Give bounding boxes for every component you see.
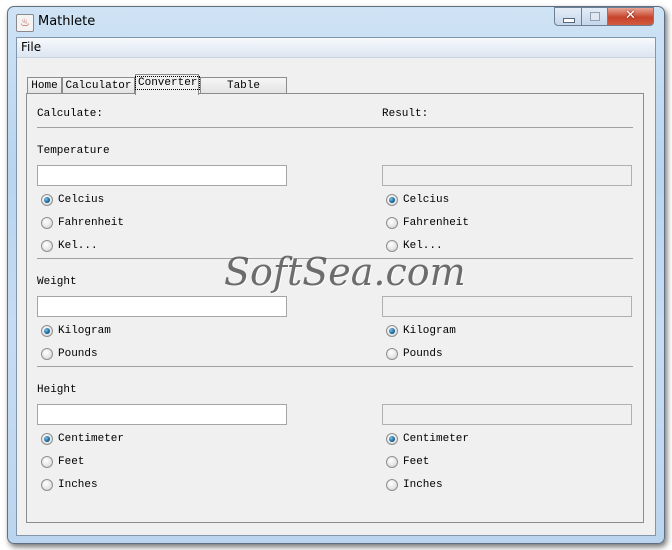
weight-separator [37, 366, 633, 367]
java-cup-icon[interactable]: ♨ [16, 14, 34, 32]
close-button[interactable]: ✕ [607, 7, 654, 26]
window-title: Mathlete [38, 14, 96, 29]
radio-label: Inches [58, 479, 98, 491]
radio-button[interactable] [41, 433, 53, 445]
temp-input-celcius[interactable]: Celcius [41, 192, 104, 208]
height-input-centimeter[interactable]: Centimeter [41, 431, 124, 447]
radio-button[interactable] [41, 479, 53, 491]
radio-label: Feet [403, 456, 430, 468]
temp-input-kelvin[interactable]: Kel... [41, 238, 98, 254]
radio-label: Kel... [403, 240, 443, 252]
radio-button[interactable] [41, 240, 53, 252]
temp-result-kelvin[interactable]: Kel... [386, 238, 443, 254]
client-area: File Home Calculator Converter Table Cre… [16, 37, 656, 536]
temperature-result [382, 165, 632, 186]
temp-result-fahrenheit[interactable]: Fahrenheit [386, 215, 469, 231]
height-result-feet[interactable]: Feet [386, 454, 429, 470]
radio-button[interactable] [386, 240, 398, 252]
height-result-centimeter[interactable]: Centimeter [386, 431, 469, 447]
weight-input-pounds[interactable]: Pounds [41, 346, 98, 362]
tab-calculator[interactable]: Calculator [62, 77, 135, 94]
radio-label: Feet [58, 456, 85, 468]
radio-button[interactable] [41, 194, 53, 206]
weight-title: Weight [37, 276, 77, 288]
radio-label: Fahrenheit [58, 217, 125, 229]
radio-button[interactable] [386, 194, 398, 206]
menu-bar: File [17, 38, 655, 58]
temperature-input[interactable] [37, 165, 287, 186]
calculate-label: Calculate: [37, 108, 104, 120]
tab-converter[interactable]: Converter [134, 74, 201, 95]
radio-label: Kilogram [58, 325, 111, 337]
height-title: Height [37, 384, 77, 396]
close-icon: ✕ [625, 8, 636, 23]
radio-label: Centimeter [58, 433, 125, 445]
radio-label: Centimeter [403, 433, 470, 445]
radio-button[interactable] [386, 479, 398, 491]
radio-label: Fahrenheit [403, 217, 470, 229]
radio-label: Pounds [58, 348, 98, 360]
radio-label: Celcius [58, 194, 105, 206]
radio-button[interactable] [386, 217, 398, 229]
weight-result-kilogram[interactable]: Kilogram [386, 323, 456, 339]
radio-button[interactable] [386, 456, 398, 468]
radio-label: Celcius [403, 194, 450, 206]
weight-input-kilogram[interactable]: Kilogram [41, 323, 111, 339]
radio-button[interactable] [386, 433, 398, 445]
tab-home[interactable]: Home [27, 77, 62, 94]
radio-label: Kilogram [403, 325, 456, 337]
height-input-feet[interactable]: Feet [41, 454, 84, 470]
temp-result-celcius[interactable]: Celcius [386, 192, 449, 208]
radio-button[interactable] [41, 348, 53, 360]
minimize-button[interactable] [554, 7, 581, 26]
temperature-title: Temperature [37, 145, 110, 157]
header-separator [37, 127, 633, 128]
radio-button[interactable] [41, 456, 53, 468]
title-bar[interactable]: ♨ Mathlete ✕ [8, 7, 664, 37]
radio-label: Inches [403, 479, 443, 491]
height-result-inches[interactable]: Inches [386, 477, 443, 493]
radio-label: Pounds [403, 348, 443, 360]
radio-label: Kel... [58, 240, 98, 252]
maximize-button[interactable] [581, 7, 607, 26]
radio-button[interactable] [41, 325, 53, 337]
radio-button[interactable] [386, 325, 398, 337]
converter-panel: Calculate: Result: Temperature Celcius F… [26, 93, 644, 523]
minimize-icon [563, 18, 575, 23]
app-window: ♨ Mathlete ✕ File Home Calculator Conver… [7, 6, 665, 544]
radio-button[interactable] [386, 348, 398, 360]
height-input[interactable] [37, 404, 287, 425]
weight-result [382, 296, 632, 317]
weight-input[interactable] [37, 296, 287, 317]
temperature-separator [37, 258, 633, 259]
result-label: Result: [382, 108, 429, 120]
tab-home-label: Home [31, 80, 58, 92]
tab-converter-label: Converter [134, 76, 201, 90]
maximize-icon [590, 12, 600, 21]
tab-calculator-label: Calculator [65, 80, 132, 92]
height-input-inches[interactable]: Inches [41, 477, 98, 493]
temp-input-fahrenheit[interactable]: Fahrenheit [41, 215, 124, 231]
height-result [382, 404, 632, 425]
radio-button[interactable] [41, 217, 53, 229]
weight-result-pounds[interactable]: Pounds [386, 346, 443, 362]
menu-file[interactable]: File [21, 40, 41, 54]
tab-table-creator[interactable]: Table Creator [200, 77, 287, 108]
